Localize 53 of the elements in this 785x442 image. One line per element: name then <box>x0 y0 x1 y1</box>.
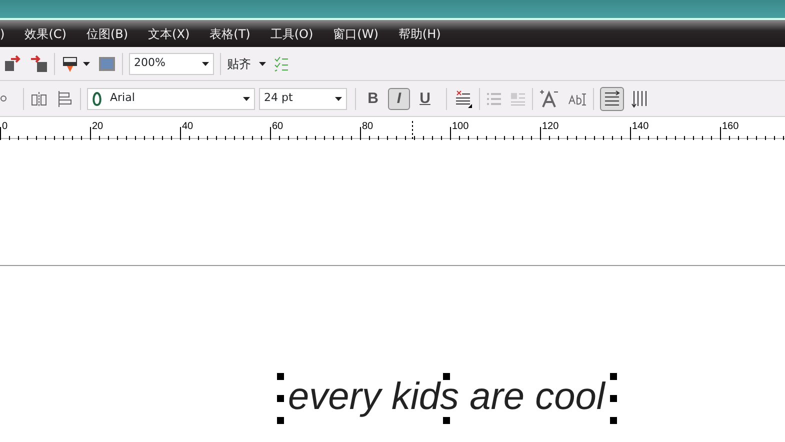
font-dropdown[interactable]: Arial <box>87 88 255 110</box>
ruler-label: 80 <box>362 120 374 132</box>
ruler-label: 120 <box>542 120 559 132</box>
ruler-label: 160 <box>722 120 739 132</box>
italic-button[interactable]: I <box>388 88 410 110</box>
font-name: Arial <box>110 90 135 106</box>
caret-icon <box>202 62 209 66</box>
circle-icon[interactable] <box>0 95 7 102</box>
ruler-label: 60 <box>272 120 284 132</box>
caret-icon <box>335 96 342 100</box>
ruler-label: 140 <box>632 120 649 132</box>
font-size-dropdown[interactable]: 24 pt <box>259 88 347 110</box>
monitor-icon[interactable] <box>61 54 79 72</box>
caret-icon[interactable] <box>259 62 266 66</box>
selection-handle[interactable] <box>610 416 617 424</box>
menu-item[interactable]: 文本(X) <box>138 24 200 42</box>
canvas-text[interactable]: every kids are cool <box>288 376 605 418</box>
ruler-label: 0 <box>2 120 8 132</box>
ruler-label: 20 <box>92 120 104 132</box>
menu-item[interactable]: 表格(T) <box>200 24 260 42</box>
export-icon[interactable] <box>4 54 22 72</box>
caret-icon <box>243 96 250 100</box>
horizontal-text-icon[interactable] <box>600 86 624 110</box>
paragraph-format-icon[interactable] <box>453 88 473 108</box>
selection-handle[interactable] <box>443 373 450 380</box>
menu-item[interactable]: 窗口(W) <box>323 24 388 42</box>
align-icon[interactable] <box>56 90 74 108</box>
text-size-icon[interactable] <box>539 88 559 108</box>
underline-button[interactable]: U <box>414 88 436 110</box>
checklist-icon[interactable] <box>274 56 288 72</box>
menu-item[interactable]: ) <box>0 24 15 42</box>
menu-item[interactable]: 帮助(H) <box>388 24 451 42</box>
text-edit-icon[interactable] <box>567 92 587 106</box>
bold-button[interactable]: B <box>362 88 384 110</box>
menu-item[interactable]: 效果(C) <box>14 24 76 42</box>
guide-marker <box>412 120 413 140</box>
font-type-icon <box>92 92 102 106</box>
selection-handle[interactable] <box>277 373 284 380</box>
selection-handle[interactable] <box>610 373 617 380</box>
ruler-label: 100 <box>452 120 469 132</box>
snap-dropdown[interactable]: 贴齐 <box>227 54 251 72</box>
zoom-dropdown[interactable]: 200% <box>129 52 214 74</box>
selection-handle[interactable] <box>277 416 284 424</box>
menu-item[interactable]: 工具(O) <box>260 24 324 42</box>
selection-handle[interactable] <box>443 416 450 424</box>
import-icon[interactable] <box>30 54 48 72</box>
caret-icon[interactable] <box>83 62 90 66</box>
selection-handle[interactable] <box>277 394 284 402</box>
mirror-icon[interactable] <box>30 90 48 108</box>
ruler-label: 40 <box>182 120 194 132</box>
menu-item[interactable]: 位图(B) <box>76 24 138 42</box>
image-icon[interactable] <box>98 54 116 72</box>
selection-handle[interactable] <box>610 394 617 402</box>
